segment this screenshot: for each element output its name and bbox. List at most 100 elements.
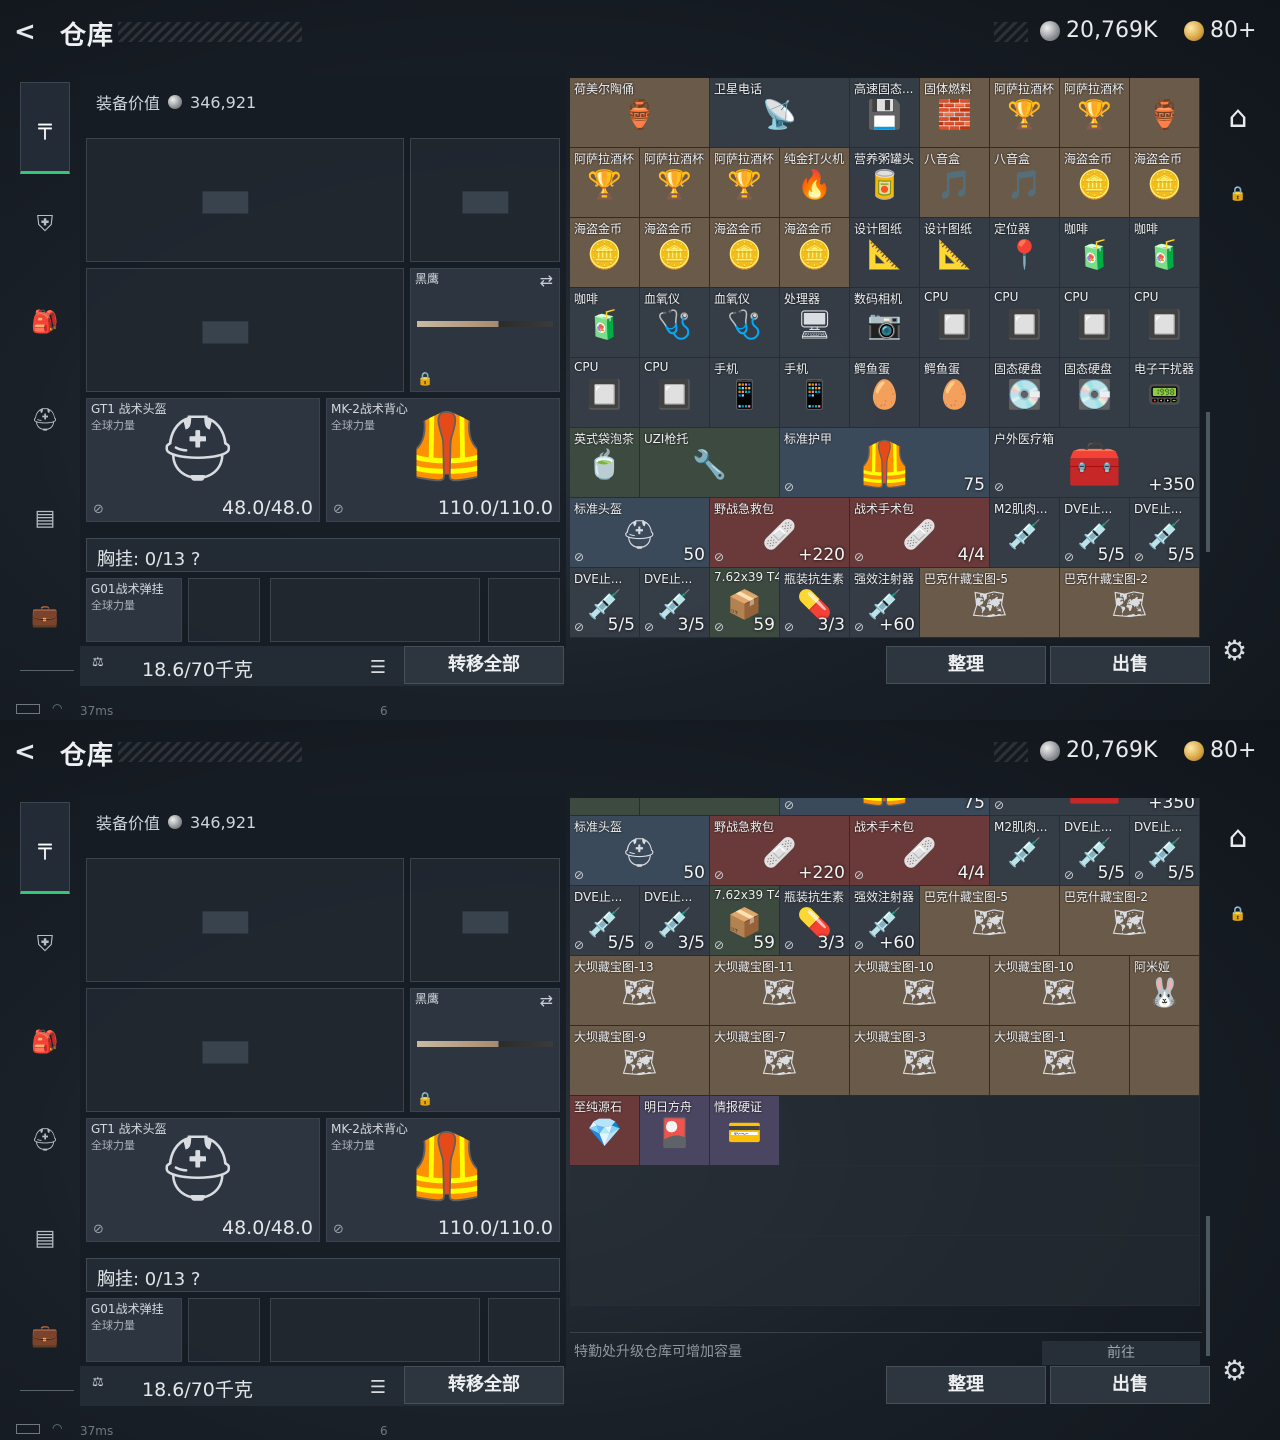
inventory-item[interactable]: CPU 🔲 [1130,288,1200,358]
inventory-item[interactable]: 数码相机 📷 [850,288,920,358]
sidebar-item-backpack[interactable]: 🎒 [20,1012,70,1072]
inventory-item[interactable]: 咖啡 🧃 [1130,218,1200,288]
inventory-item[interactable]: 血氧仪 🩺 [640,288,710,358]
inventory-item[interactable]: 标准头盔 ⛑ 50 ⊘ [570,498,710,568]
storage-home-icon[interactable]: ⌂ [1218,820,1258,860]
sidebar-item-helmet[interactable]: ⛑ [20,1110,70,1170]
sell-button[interactable]: 出售 [1050,1366,1210,1404]
inventory-item[interactable]: 战术手术包 🩹 4/4 ⊘ [850,498,990,568]
inventory-item[interactable]: 荷美尔陶俑 🏺 [570,78,710,148]
secondary-weapon-slot[interactable]: ▬ [86,988,404,1112]
inventory-item[interactable]: 阿萨拉酒杯 🏆 [570,148,640,218]
inventory-item[interactable]: 咖啡 🧃 [570,288,640,358]
list-icon[interactable]: ☰ [362,652,394,684]
inventory-item[interactable]: 巴克什藏宝图-2 🗺 [1060,568,1200,638]
inventory-item[interactable]: 情报硬证 💳 [710,1096,780,1166]
pistol-slot[interactable]: ▬ [410,858,560,982]
inventory-item[interactable]: DVE止... 💉 3/5 ⊘ [640,568,710,638]
rig-cell[interactable] [270,1298,480,1362]
inventory-item[interactable]: 大坝藏宝图-3 🗺 [850,1026,990,1096]
inventory-item[interactable]: 标准护甲 🦺 75 ⊘ [780,428,990,498]
vest-slot[interactable]: MK-2战术背心 全球力量 🦺 ⊘ 110.0/110.0 [326,1118,560,1242]
inventory-item[interactable]: 强效注射器 💉 +60 ⊘ [850,886,920,956]
inventory-item[interactable]: 血氧仪 🩺 [710,288,780,358]
inventory-item[interactable]: 大坝藏宝图-9 🗺 [570,1026,710,1096]
inventory-item[interactable]: 鳄鱼蛋 🥚 [920,358,990,428]
inventory-item[interactable]: 固体燃料 🧱 [920,78,990,148]
sell-button[interactable]: 出售 [1050,646,1210,684]
inventory-item[interactable]: 至纯源石 💎 [570,1096,640,1166]
inventory-item[interactable]: DVE止... 💉 5/5 ⊘ [1130,816,1200,886]
rig-cell[interactable] [188,1298,260,1362]
sidebar-item-armor[interactable]: ⛨ [20,194,70,254]
inventory-item[interactable] [1130,1026,1200,1096]
inventory-item[interactable]: 定位器 📍 [990,218,1060,288]
inventory-item[interactable]: CPU 🔲 [920,288,990,358]
swap-icon[interactable]: ⇄ [540,991,553,1010]
inventory-item[interactable]: 🦺75⊘ [780,798,990,816]
inventory-item[interactable]: 高速固态... 💾 [850,78,920,148]
sidebar-item-container[interactable]: ▤ [20,1208,70,1268]
inventory-item[interactable]: 明日方舟 🎴 [640,1096,710,1166]
inventory-item[interactable]: DVE止... 💉 5/5 ⊘ [1060,498,1130,568]
inventory-item[interactable]: 7.62x39 T45M📦59⊘ [710,886,780,956]
inventory-item[interactable]: 大坝藏宝图-13 🗺 [570,956,710,1026]
helmet-slot[interactable]: GT1 战术头盔 全球力量 ⛑ ⊘ 48.0/48.0 [86,1118,320,1242]
inventory-item[interactable]: 阿萨拉酒杯 🏆 [1060,78,1130,148]
sidebar-item-case[interactable]: 💼 [20,586,70,646]
inventory-item[interactable]: 瓶装抗生素 💊 3/3 ⊘ [780,568,850,638]
gold-currency[interactable]: 80+ [1184,738,1256,763]
inventory-item[interactable]: 强效注射器 💉 +60 ⊘ [850,568,920,638]
inventory-item[interactable]: 大坝藏宝图-10 🗺 [990,956,1130,1026]
transfer-all-button[interactable]: 转移全部 [404,1366,564,1404]
inventory-item[interactable]: 大坝藏宝图-1 🗺 [990,1026,1130,1096]
inventory-item[interactable]: 海盗金币 🪙 [570,218,640,288]
gold-currency[interactable]: 80+ [1184,18,1256,43]
rig-cell[interactable] [270,578,480,642]
helmet-slot[interactable]: GT1 战术头盔 全球力量 ⛑ ⊘ 48.0/48.0 [86,398,320,522]
inventory-item[interactable]: 海盗金币 🪙 [780,218,850,288]
vest-slot[interactable]: MK-2战术背心 全球力量 🦺 ⊘ 110.0/110.0 [326,398,560,522]
sort-button[interactable]: 整理 [886,646,1046,684]
list-icon[interactable]: ☰ [362,1372,394,1404]
transfer-all-button[interactable]: 转移全部 [404,646,564,684]
inventory-item[interactable]: DVE止... 💉 5/5 ⊘ [1130,498,1200,568]
inventory-item[interactable]: CPU 🔲 [570,358,640,428]
inventory-item[interactable]: 海盗金币 🪙 [640,218,710,288]
sidebar-item-armor[interactable]: ⛨ [20,914,70,974]
inventory-item[interactable]: 固态硬盘 💽 [990,358,1060,428]
inventory-item[interactable]: 海盗金币 🪙 [1060,148,1130,218]
inventory-item[interactable]: 战术手术包 🩹 4/4 ⊘ [850,816,990,886]
inventory-item[interactable]: CPU 🔲 [990,288,1060,358]
sort-button[interactable]: 整理 [886,1366,1046,1404]
primary-weapon-slot[interactable]: ▬ [86,858,404,982]
inventory-item[interactable]: 大坝藏宝图-7 🗺 [710,1026,850,1096]
back-arrow-icon[interactable]: < [14,738,44,766]
inventory-item[interactable]: M2肌肉... 💉 [990,816,1060,886]
back-arrow-icon[interactable]: < [14,18,44,46]
inventory-item[interactable]: 营养粥罐头 🥫 [850,148,920,218]
chest-rig-capacity[interactable]: 胸挂: 0/13 ? [86,1258,560,1292]
inventory-item[interactable]: 巴克什藏宝图-5 🗺 [920,568,1060,638]
inventory-item[interactable]: 🍵 [570,798,640,816]
inventory-item[interactable]: DVE止... 💉 5/5 ⊘ [570,886,640,956]
inventory-item[interactable]: 卫星电话 📡 [710,78,850,148]
inventory-item[interactable]: 标准头盔 ⛑ 50 ⊘ [570,816,710,886]
lock-icon[interactable]: 🔒 [1218,906,1258,946]
settings-gear-icon[interactable]: ⚙ [1222,1354,1247,1387]
silver-currency[interactable]: 20,769K [1040,738,1157,763]
inventory-item[interactable]: 阿米娅 🐰 [1130,956,1200,1026]
melee-slot[interactable]: 黑鹰 ⇄ 🔒 [410,268,560,392]
inventory-item[interactable]: 八音盒 🎵 [990,148,1060,218]
inventory-item[interactable]: 户外医疗箱 🧰 +350 ⊘ [990,428,1200,498]
sidebar-item-backpack[interactable]: 🎒 [20,292,70,352]
inventory-item[interactable]: 瓶装抗生素 💊 3/3 ⊘ [780,886,850,956]
inventory-item[interactable]: 野战急救包 🩹 +220 ⊘ [710,498,850,568]
rig-slot[interactable]: G01战术弹挂 全球力量 [86,578,182,642]
sidebar-item-weapons[interactable]: ╤ [20,802,70,894]
goto-button[interactable]: 前往 [1042,1341,1200,1365]
sidebar-item-helmet[interactable]: ⛑ [20,390,70,450]
sidebar-item-case[interactable]: 💼 [20,1306,70,1366]
chest-rig-capacity[interactable]: 胸挂: 0/13 ? [86,538,560,572]
inventory-item[interactable]: 手机 📱 [710,358,780,428]
